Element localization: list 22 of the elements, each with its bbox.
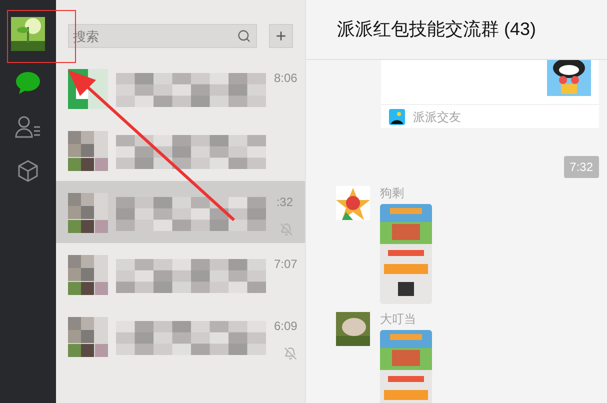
chat-time: 7:07 [274, 256, 298, 272]
chat-time: 6:09 [274, 318, 298, 334]
mute-icon [280, 222, 293, 236]
chat-title: 派派红包技能交流群 (43) [337, 18, 536, 41]
mute-icon [284, 346, 298, 360]
sender-name: 大叮当 [380, 312, 417, 326]
card-source: 派派交友 [413, 108, 461, 126]
time-stamp: 7:32 [564, 156, 599, 178]
link-card[interactable]: 派派交友 [381, 60, 599, 128]
chat-time: 8:06 [274, 70, 298, 86]
chat-icon[interactable] [15, 71, 41, 95]
add-button[interactable]: + [269, 24, 293, 48]
chat-time: :32 [276, 194, 293, 210]
cube-icon[interactable] [16, 159, 40, 183]
chat-item[interactable]: 7:07 [56, 242, 305, 304]
sender-name: 狗剩 [380, 186, 405, 200]
chat-item[interactable]: :32 [56, 180, 305, 242]
chat-item[interactable]: 6:09 [56, 304, 305, 366]
search-icon [237, 29, 251, 43]
contacts-icon[interactable] [15, 115, 41, 139]
app-logo-icon [389, 108, 405, 124]
chat-item[interactable]: 8:06 [56, 56, 305, 118]
